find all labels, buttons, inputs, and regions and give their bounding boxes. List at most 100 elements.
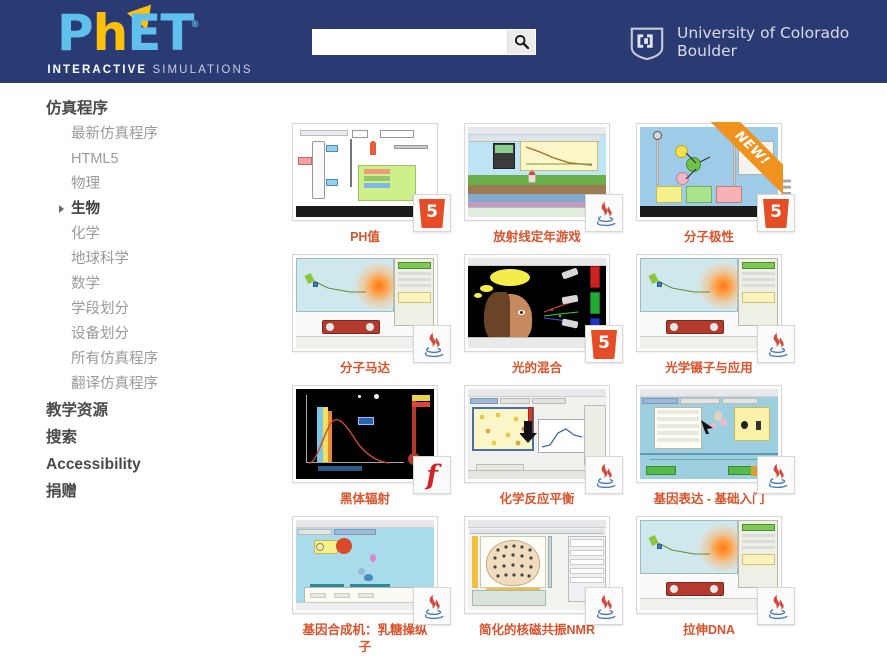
- main-content: 5 PH值 放射线定年游戏 NEW! 5 分子极性 分子马达 5 光的混合 光学…: [272, 83, 887, 658]
- html5-badge-icon: 5: [585, 325, 623, 363]
- simulation-thumbnail[interactable]: [636, 254, 795, 363]
- cu-boulder-brand[interactable]: University of Colorado Boulder: [628, 23, 849, 61]
- java-badge-icon: [757, 587, 795, 625]
- simulation-title[interactable]: 分子马达: [340, 360, 390, 377]
- simulation-card[interactable]: 光学镊子与应用: [626, 254, 795, 377]
- phet-wordmark-text: PhET ®: [57, 7, 200, 59]
- sidebar-item-2[interactable]: HTML5: [46, 147, 272, 172]
- java-badge-icon: [585, 456, 623, 494]
- sidebar-item-label: 搜索: [46, 429, 78, 446]
- phet-tagline: INTERACTIVE SIMULATIONS: [47, 64, 252, 76]
- simulation-thumbnail[interactable]: 5: [464, 254, 623, 363]
- sidebar-item-15[interactable]: 捐赠: [46, 478, 272, 505]
- sidebar-item-0[interactable]: 仿真程序: [46, 95, 272, 122]
- sidebar-item-14[interactable]: Accessibility: [46, 451, 272, 478]
- java-badge-icon: [413, 587, 451, 625]
- sidebar-item-label: 物理: [71, 176, 100, 192]
- chevron-right-icon: [59, 205, 64, 213]
- sidebar-item-label: 捐赠: [46, 483, 78, 500]
- registered-mark: ®: [190, 20, 200, 30]
- sidebar-item-11[interactable]: 翻译仿真程序: [46, 372, 272, 397]
- simulation-card[interactable]: 5 PH值: [282, 123, 451, 246]
- search-icon: [514, 34, 529, 49]
- simulation-thumbnail[interactable]: [464, 123, 623, 232]
- sidebar-item-5[interactable]: 化学: [46, 222, 272, 247]
- search-input[interactable]: [313, 29, 507, 54]
- page-body: 仿真程序最新仿真程序 HTML5 物理生物化学地球科学数学学段划分设备划分所有仿真程…: [0, 83, 887, 658]
- simulation-card[interactable]: 5 光的混合: [454, 254, 623, 377]
- simulation-title[interactable]: 放射线定年游戏: [493, 229, 581, 246]
- sidebar-item-1[interactable]: 最新仿真程序: [46, 122, 272, 147]
- simulation-card[interactable]: 基因合成机：乳糖操纵子: [282, 516, 451, 656]
- sidebar-item-label: 翻译仿真程序: [71, 376, 158, 392]
- simulation-thumbnail[interactable]: NEW! 5: [636, 122, 795, 232]
- simulation-title[interactable]: 光的混合: [512, 360, 562, 377]
- java-badge-icon: [757, 456, 795, 494]
- simulation-card[interactable]: 基因表达 - 基础入门: [626, 385, 795, 508]
- cu-logo-icon: [628, 23, 666, 61]
- java-badge-icon: [413, 325, 451, 363]
- simulation-title[interactable]: 光学镊子与应用: [665, 360, 753, 377]
- simulation-title[interactable]: 分子极性: [684, 229, 734, 246]
- tagline-light: SIMULATIONS: [152, 64, 253, 76]
- simulation-thumbnail[interactable]: [292, 516, 451, 625]
- simulation-title[interactable]: 基因表达 - 基础入门: [653, 491, 764, 508]
- sidebar-item-10[interactable]: 所有仿真程序: [46, 347, 272, 372]
- simulation-title[interactable]: PH值: [350, 229, 380, 246]
- sidebar-item-label: 设备划分: [71, 326, 129, 342]
- java-badge-icon: [585, 587, 623, 625]
- simulation-thumbnail[interactable]: f: [292, 385, 451, 494]
- cu-line-1: University of Colorado: [677, 23, 850, 42]
- search-box[interactable]: [312, 28, 536, 55]
- simulation-thumbnail[interactable]: [292, 254, 451, 363]
- simulation-thumbnail[interactable]: 5: [292, 123, 451, 232]
- sidebar-item-3[interactable]: 物理: [46, 172, 272, 197]
- cu-line-2: Boulder: [677, 41, 737, 60]
- simulation-card[interactable]: 化学反应平衡: [454, 385, 623, 508]
- sidebar-item-13[interactable]: 搜索: [46, 424, 272, 451]
- sidebar-item-8[interactable]: 学段划分: [46, 297, 272, 322]
- simulation-thumbnail[interactable]: [636, 516, 795, 625]
- java-badge-icon: [585, 194, 623, 232]
- phet-wordmark: PhET ®: [55, 0, 245, 63]
- sidebar-item-label: 生物: [71, 201, 100, 217]
- tagline-bold: INTERACTIVE: [47, 64, 148, 76]
- sidebar-item-label: 数学: [71, 276, 100, 292]
- simulation-card[interactable]: 简化的核磁共振NMR: [454, 516, 623, 656]
- sidebar-item-9[interactable]: 设备划分: [46, 322, 272, 347]
- sidebar-nav: 仿真程序最新仿真程序 HTML5 物理生物化学地球科学数学学段划分设备划分所有仿真程…: [0, 83, 272, 658]
- sidebar-item-label: HTML5: [71, 151, 119, 167]
- simulation-grid: 5 PH值 放射线定年游戏 NEW! 5 分子极性 分子马达 5 光的混合 光学…: [282, 122, 795, 656]
- simulation-title[interactable]: 简化的核磁共振NMR: [479, 622, 595, 639]
- sidebar-item-label: 化学: [71, 226, 100, 242]
- html5-badge-icon: 5: [757, 194, 795, 232]
- cu-brand-text: University of Colorado Boulder: [677, 24, 849, 60]
- sidebar-item-label: 所有仿真程序: [71, 351, 158, 367]
- simulation-title[interactable]: 黑体辐射: [340, 491, 390, 508]
- simulation-card[interactable]: 放射线定年游戏: [454, 123, 623, 246]
- sidebar-item-label: 仿真程序: [46, 100, 109, 117]
- sidebar-item-label: Accessibility: [46, 456, 141, 473]
- simulation-title[interactable]: 拉伸DNA: [683, 622, 735, 639]
- sidebar-item-label: 教学资源: [46, 402, 109, 419]
- search-area: [312, 28, 536, 55]
- phet-logo[interactable]: PhET ® INTERACTIVE SIMULATIONS: [0, 0, 300, 83]
- simulation-thumbnail[interactable]: [464, 385, 623, 494]
- sidebar-item-6[interactable]: 地球科学: [46, 247, 272, 272]
- sidebar-item-7[interactable]: 数学: [46, 272, 272, 297]
- simulation-thumbnail[interactable]: [464, 516, 623, 625]
- simulation-card[interactable]: NEW! 5 分子极性: [626, 122, 795, 246]
- java-badge-icon: [757, 325, 795, 363]
- sidebar-item-4[interactable]: 生物: [46, 197, 272, 222]
- simulation-title[interactable]: 基因合成机：乳糖操纵子: [298, 622, 433, 656]
- simulation-card[interactable]: 分子马达: [282, 254, 451, 377]
- html5-badge-icon: 5: [413, 194, 451, 232]
- sidebar-item-label: 地球科学: [71, 251, 129, 267]
- search-button[interactable]: [507, 29, 535, 54]
- sidebar-item-label: 最新仿真程序: [71, 126, 158, 142]
- simulation-thumbnail[interactable]: [636, 385, 795, 494]
- sidebar-item-12[interactable]: 教学资源: [46, 397, 272, 424]
- simulation-title[interactable]: 化学反应平衡: [499, 491, 574, 508]
- simulation-card[interactable]: 拉伸DNA: [626, 516, 795, 656]
- simulation-card[interactable]: f 黑体辐射: [282, 385, 451, 508]
